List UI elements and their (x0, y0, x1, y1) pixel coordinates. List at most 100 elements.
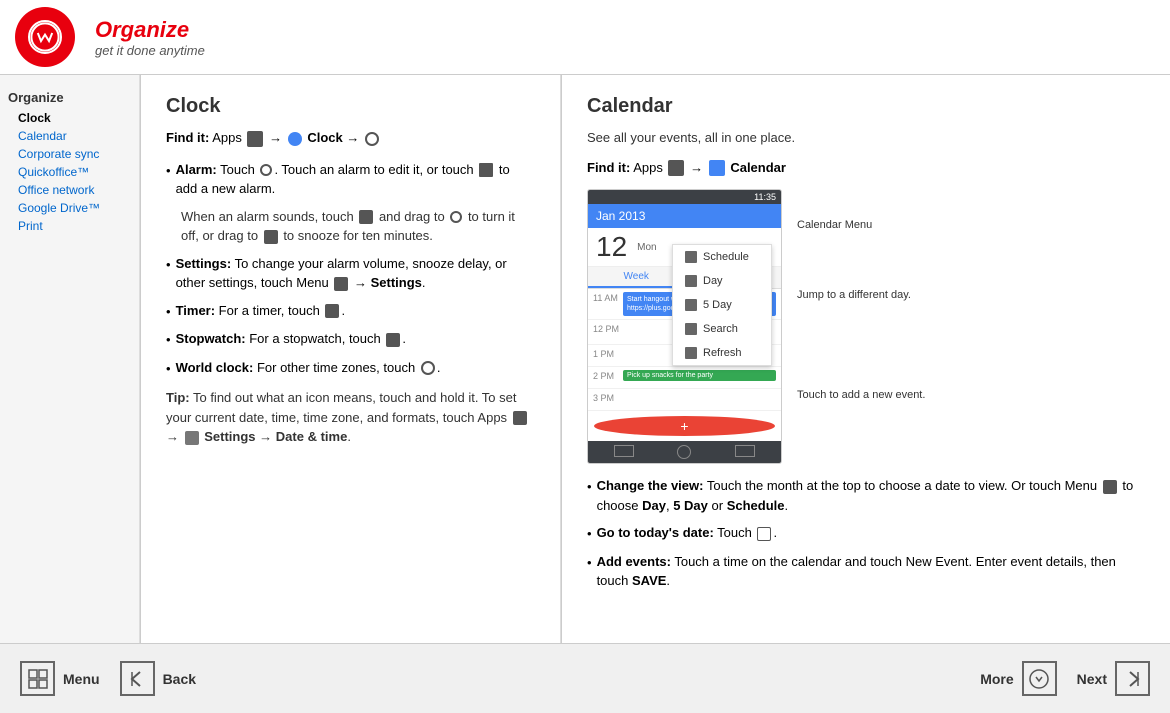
next-arrow-icon (1122, 668, 1144, 690)
sidebar-item-corporate-sync[interactable]: Corporate sync (8, 145, 131, 163)
sidebar-item-quickoffice[interactable]: Quickoffice™ (8, 163, 131, 181)
dropdown-search[interactable]: Search (673, 317, 771, 341)
sidebar-item-print[interactable]: Print (8, 217, 131, 235)
menu-grid-icon (27, 668, 49, 690)
time-slot-2pm: 2 PM Pick up snacks for the party (588, 367, 781, 389)
find-it-label: Find it: (166, 130, 209, 145)
go-today-text: Go to today's date: Touch . (597, 523, 1145, 543)
calendar-tab-week[interactable]: Week (588, 267, 685, 288)
time-3pm: 3 PM (593, 391, 623, 403)
time-11am: 11 AM (593, 291, 623, 303)
next-button[interactable]: Next (1077, 661, 1150, 696)
clock-find-it: Find it: Apps → Clock → (166, 128, 535, 148)
empty-3pm (623, 391, 776, 407)
fab-area: + (588, 411, 781, 441)
calendar-intro: See all your events, all in one place. (587, 128, 1145, 148)
bullet-dot-3: • (166, 302, 171, 322)
main-container: Organize Clock Calendar Corporate sync Q… (0, 75, 1170, 643)
5day-bold: 5 Day (673, 498, 708, 513)
stopwatch-label: Stopwatch: (176, 331, 246, 346)
stopwatch-text: Stopwatch: For a stopwatch, touch . (176, 329, 535, 349)
more-circle-icon (1028, 668, 1050, 690)
add-events-label: Add events: (597, 554, 671, 569)
alarm-sub-text: When an alarm sounds, touch and drag to … (181, 207, 535, 246)
bullet-dot-ae: • (587, 553, 592, 573)
calendar-find-it: Find it: Apps → Calendar (587, 158, 1145, 178)
bullet-dot: • (166, 161, 171, 181)
sidebar-item-clock[interactable]: Clock (8, 109, 131, 127)
bottom-right-buttons: More Next (980, 661, 1150, 696)
more-button[interactable]: More (980, 661, 1056, 696)
menu-label: Menu (63, 671, 100, 687)
calendar-panel: Calendar See all your events, all in one… (562, 75, 1170, 643)
change-view-bullet: • Change the view: Touch the month at th… (587, 476, 1145, 515)
dropdown-day[interactable]: Day (673, 269, 771, 293)
save-bold: SAVE (632, 573, 666, 588)
annotation-calendar-menu: Calendar Menu (797, 219, 872, 231)
calendar-header: Jan 2013 (588, 204, 781, 228)
add-event-fab[interactable]: + (594, 416, 775, 436)
bottom-left-buttons: Menu Back (20, 661, 196, 696)
timer-icon (325, 304, 339, 318)
dropdown-5day[interactable]: 5 Day (673, 293, 771, 317)
sidebar-item-google-drive[interactable]: Google Drive™ (8, 199, 131, 217)
more-button-icon (1022, 661, 1057, 696)
alarm-icon (260, 164, 272, 176)
alarm-label: Alarm: (176, 162, 217, 177)
stopwatch-bullet: • Stopwatch: For a stopwatch, touch . (166, 329, 535, 350)
stopwatch-icon (386, 333, 400, 347)
globe-icon (421, 361, 435, 375)
calendar-dropdown-menu: Schedule Day 5 Day Search (672, 244, 772, 366)
add-events-bullet: • Add events: Touch a time on the calend… (587, 552, 1145, 591)
bullet-dot-4: • (166, 330, 171, 350)
back-label: Back (163, 671, 196, 687)
header: Organize get it done anytime (0, 0, 1170, 75)
time-slot-3pm: 3 PM (588, 389, 781, 411)
clock-panel: Clock Find it: Apps → Clock → • Alarm: T… (141, 75, 561, 643)
calendar-date-num: 12 (596, 231, 627, 263)
calendar-find-label: Find it: (587, 160, 630, 175)
alarm-sound-icon (359, 210, 373, 224)
phone-home-btn[interactable] (677, 445, 691, 459)
clock-tip: Tip: To find out what an icon means, tou… (166, 388, 535, 447)
app-title: Organize (95, 17, 205, 43)
back-button[interactable]: Back (120, 661, 196, 696)
dropdown-refresh[interactable]: Refresh (673, 341, 771, 365)
menu-button[interactable]: Menu (20, 661, 100, 696)
more-label: More (980, 671, 1013, 687)
snooze-icon (264, 230, 278, 244)
annotation-jump-day: Jump to a different day. (797, 289, 911, 301)
sidebar-item-calendar[interactable]: Calendar (8, 127, 131, 145)
bullet-dot-gt: • (587, 524, 592, 544)
change-view-text: Change the view: Touch the month at the … (597, 476, 1145, 515)
schedule-icon (685, 251, 697, 263)
time-12pm: 12 PM (593, 322, 623, 334)
settings-app-icon (185, 431, 199, 445)
phone-nav-bar (588, 441, 781, 463)
worldclock-label: World clock: (176, 360, 254, 375)
bullet-dot-5: • (166, 359, 171, 379)
dropdown-schedule[interactable]: Schedule (673, 245, 771, 269)
calendar-app-icon (709, 160, 725, 176)
calendar-nav-label: Calendar (730, 160, 786, 175)
bullet-dot-2: • (166, 255, 171, 275)
settings-bullet: • Settings: To change your alarm volume,… (166, 254, 535, 293)
phone-recent-btn[interactable] (735, 445, 755, 457)
menu-icon-cal (1103, 480, 1117, 494)
phone-back-btn[interactable] (614, 445, 634, 457)
menu-button-icon (20, 661, 55, 696)
day-icon (685, 275, 697, 287)
alarm-text: Alarm: Touch . Touch an alarm to edit it… (176, 160, 535, 199)
settings-label: Settings: (176, 256, 232, 271)
timer-text: Timer: For a timer, touch . (176, 301, 535, 321)
settings-nav: Settings (204, 429, 255, 444)
time-2pm: 2 PM (593, 369, 623, 381)
refresh-icon (685, 347, 697, 359)
sidebar-item-office-network[interactable]: Office network (8, 181, 131, 199)
apps-icon (247, 131, 263, 147)
schedule-bold: Schedule (727, 498, 785, 513)
bottom-bar: Menu Back More Next (0, 643, 1170, 713)
calendar-screenshot-area: 11:35 Jan 2013 12 Mon Week (587, 189, 1145, 464)
timer-label: Timer: (176, 303, 216, 318)
alarm-bullet: • Alarm: Touch . Touch an alarm to edit … (166, 160, 535, 199)
